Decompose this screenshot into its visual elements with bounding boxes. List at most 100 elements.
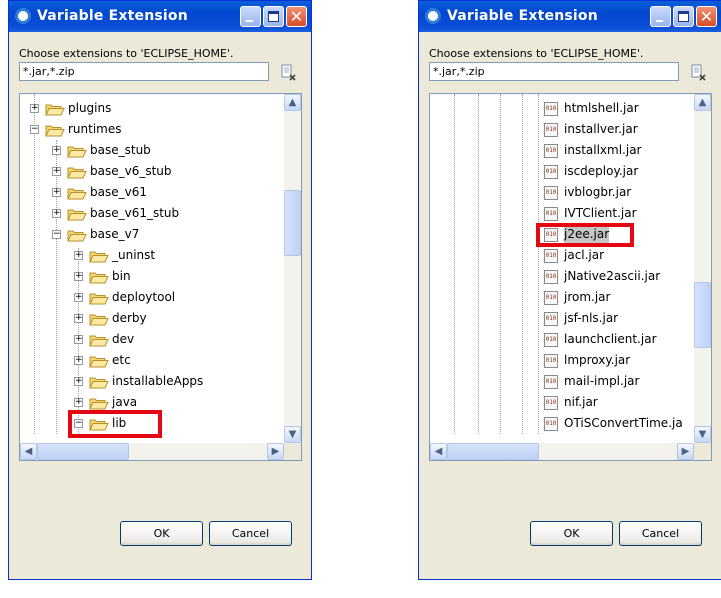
close-button[interactable]: ✕ [286, 6, 307, 27]
expand-toggle-icon[interactable]: + [74, 314, 83, 323]
scroll-up-arrow[interactable]: ▲ [284, 94, 301, 111]
folder-icon [89, 375, 109, 389]
vertical-scroll-thumb[interactable] [284, 190, 301, 256]
jar-file-icon: 010 [544, 144, 558, 158]
tree-item-label: OTiSConvertTime.ja [564, 416, 683, 430]
tree-item-label: deploytool [112, 290, 176, 304]
tree-item-label: base_v7 [90, 227, 140, 241]
clear-filter-icon[interactable] [689, 64, 707, 82]
jar-file-icon: 010 [544, 207, 558, 221]
cancel-button[interactable]: Cancel [209, 521, 292, 546]
expand-toggle-icon[interactable]: + [74, 251, 83, 260]
jar-file-icon: 010 [544, 165, 558, 179]
tree-item-label: lmproxy.jar [564, 353, 631, 367]
app-icon [425, 8, 441, 24]
folder-icon [67, 228, 87, 242]
tree-item-label: iscdeploy.jar [564, 164, 639, 178]
collapse-toggle-icon[interactable]: − [52, 230, 61, 239]
scroll-left-arrow[interactable]: ◀ [430, 443, 447, 460]
maximize-icon [678, 11, 689, 22]
tree-item-label: htmlshell.jar [564, 101, 639, 115]
maximize-button[interactable] [263, 6, 284, 27]
tree-item-label: bin [112, 269, 131, 283]
folder-icon [67, 165, 87, 179]
expand-toggle-icon[interactable]: + [30, 104, 39, 113]
scroll-up-arrow[interactable]: ▲ [694, 94, 711, 111]
expand-toggle-icon[interactable]: + [74, 377, 83, 386]
tree-item-label: base_v61_stub [90, 206, 180, 220]
scroll-right-arrow[interactable]: ▶ [267, 443, 284, 460]
close-button[interactable]: ✕ [696, 6, 717, 27]
expand-toggle-icon[interactable]: + [52, 167, 61, 176]
folder-icon [89, 291, 109, 305]
extension-filter-input[interactable]: *.jar,*.zip [19, 62, 269, 81]
scroll-left-arrow[interactable]: ◀ [20, 443, 37, 460]
expand-toggle-icon[interactable]: + [52, 146, 61, 155]
minimize-button[interactable] [240, 6, 261, 27]
expand-toggle-icon[interactable]: + [52, 188, 61, 197]
expand-toggle-icon[interactable]: + [74, 356, 83, 365]
jar-file-icon: 010 [544, 354, 558, 368]
tree-item-label: ivblogbr.jar [564, 185, 632, 199]
scroll-down-arrow[interactable]: ▼ [694, 426, 711, 443]
tree-item-label: launchclient.jar [564, 332, 657, 346]
jar-file-icon: 010 [544, 123, 558, 137]
tree-item-label: dev [112, 332, 135, 346]
horizontal-scrollbar[interactable]: ◀ ▶ [20, 443, 301, 460]
expand-toggle-icon[interactable]: + [74, 335, 83, 344]
tree-guide-line [34, 94, 35, 434]
jar-file-icon: 010 [544, 375, 558, 389]
maximize-icon [268, 11, 279, 22]
horizontal-scroll-thumb[interactable] [447, 443, 539, 460]
vertical-scroll-thumb[interactable] [694, 282, 711, 348]
jar-file-icon: 010 [544, 102, 558, 116]
close-icon: ✕ [289, 7, 304, 26]
file-tree[interactable]: ▲ ▼ ◀ ▶ 010 htmlshell.jar 010 installver.ja… [429, 93, 712, 461]
expand-toggle-icon[interactable]: + [52, 209, 61, 218]
clear-filter-icon[interactable] [279, 64, 297, 82]
title-bar[interactable]: Variable Extension ✕ [9, 1, 311, 32]
folder-icon [67, 207, 87, 221]
scroll-right-arrow[interactable]: ▶ [677, 443, 694, 460]
folder-icon [89, 249, 109, 263]
cancel-button[interactable]: Cancel [619, 521, 702, 546]
expand-toggle-icon[interactable]: + [74, 272, 83, 281]
vertical-scrollbar[interactable]: ▲ ▼ [694, 94, 711, 443]
horizontal-scrollbar[interactable]: ◀ ▶ [430, 443, 711, 460]
variable-extension-dialog-right: Variable Extension ✕ Choose extensions t… [418, 0, 721, 580]
collapse-toggle-icon[interactable]: − [30, 125, 39, 134]
folder-icon [89, 333, 109, 347]
vertical-scrollbar[interactable]: ▲ ▼ [284, 94, 301, 443]
extension-filter-input[interactable]: *.jar,*.zip [429, 62, 679, 81]
ok-button[interactable]: OK [530, 521, 613, 546]
tree-item-label: jacl.jar [564, 248, 605, 262]
tree-item-label: IVTClient.jar [564, 206, 637, 220]
variable-extension-dialog-left: Variable Extension ✕ Choose extensions t… [8, 0, 312, 580]
folder-icon [89, 270, 109, 284]
tree-item-label: installableApps [112, 374, 204, 388]
prompt-label: Choose extensions to 'ECLIPSE_HOME'. [429, 47, 644, 60]
folder-tree[interactable]: ▲ ▼ ◀ ▶ + plugins − runtimes + base_stub + base… [19, 93, 302, 461]
title-bar[interactable]: Variable Extension ✕ [419, 1, 721, 32]
tree-item-label: runtimes [68, 122, 122, 136]
jar-file-icon: 010 [544, 333, 558, 347]
folder-icon [89, 312, 109, 326]
horizontal-scroll-thumb[interactable] [37, 443, 129, 460]
tree-guide-line [478, 94, 479, 434]
folder-icon [45, 102, 65, 116]
tree-item-label: nif.jar [564, 395, 598, 409]
tree-item-label: jsf-nls.jar [564, 311, 619, 325]
tree-item-label: jrom.jar [564, 290, 611, 304]
scroll-down-arrow[interactable]: ▼ [284, 426, 301, 443]
tree-item-label: base_v61 [90, 185, 147, 199]
highlight-box [68, 410, 162, 438]
minimize-button[interactable] [650, 6, 671, 27]
expand-toggle-icon[interactable]: + [74, 293, 83, 302]
dialog-title: Variable Extension [37, 8, 188, 24]
tree-guide-line [522, 94, 523, 434]
maximize-button[interactable] [673, 6, 694, 27]
ok-button[interactable]: OK [120, 521, 203, 546]
tree-item-label: installver.jar [564, 122, 638, 136]
tree-guide-line [56, 140, 57, 434]
expand-toggle-icon[interactable]: + [74, 398, 83, 407]
